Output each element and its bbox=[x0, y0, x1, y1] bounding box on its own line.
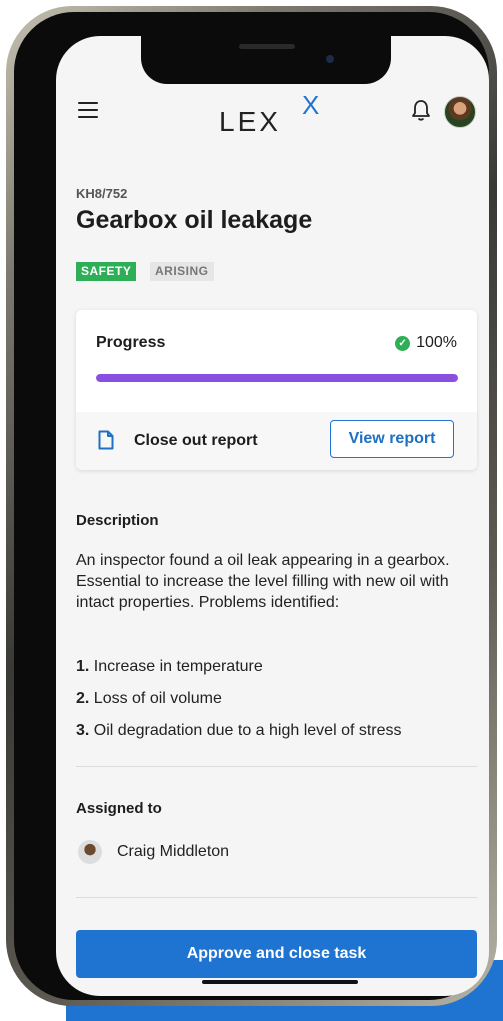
home-indicator bbox=[202, 980, 358, 984]
user-avatar[interactable] bbox=[444, 96, 476, 128]
assignee-avatar bbox=[78, 840, 102, 864]
phone-bezel: LEX X KH8/752 Gearbox oil leakage SAFETY… bbox=[14, 12, 489, 1000]
list-item-number: 1. bbox=[76, 658, 90, 675]
task-title: Gearbox oil leakage bbox=[76, 206, 313, 234]
report-label: Close out report bbox=[134, 432, 258, 449]
task-id: KH8/752 bbox=[76, 186, 128, 201]
phone-notch bbox=[141, 36, 391, 84]
progress-label: Progress bbox=[96, 334, 166, 351]
list-item-text: Increase in temperature bbox=[89, 658, 263, 675]
view-report-button[interactable]: View report bbox=[330, 420, 454, 458]
progress-percent: ✓ 100% bbox=[395, 334, 457, 352]
safety-badge: SAFETY bbox=[76, 262, 137, 281]
arising-badge: ARISING bbox=[150, 262, 214, 281]
progress-bar bbox=[96, 374, 458, 382]
problems-list: 1. Increase in temperature 2. Loss of oi… bbox=[76, 658, 402, 754]
menu-icon[interactable] bbox=[78, 102, 98, 118]
assigned-heading: Assigned to bbox=[76, 800, 162, 817]
phone-frame: LEX X KH8/752 Gearbox oil leakage SAFETY… bbox=[6, 6, 497, 1006]
list-item: 3. Oil degradation due to a high level o… bbox=[76, 722, 402, 754]
report-row: Close out report View report bbox=[76, 412, 477, 470]
section-divider bbox=[76, 897, 477, 898]
bell-icon[interactable] bbox=[410, 98, 432, 122]
list-item-number: 3. bbox=[76, 722, 90, 739]
list-item-text: Loss of oil volume bbox=[89, 690, 222, 707]
document-icon bbox=[98, 430, 114, 450]
app-header: LEX X bbox=[56, 82, 489, 140]
section-divider bbox=[76, 766, 477, 767]
list-item: 1. Increase in temperature bbox=[76, 658, 402, 690]
progress-bar-fill bbox=[96, 374, 458, 382]
description-text: An inspector found a oil leak appearing … bbox=[76, 552, 450, 611]
app-screen: LEX X KH8/752 Gearbox oil leakage SAFETY… bbox=[56, 36, 489, 996]
logo-text: LEX bbox=[219, 106, 281, 137]
list-item-text: Oil degradation due to a high level of s… bbox=[89, 722, 402, 739]
progress-card: Progress ✓ 100% Close out report View re… bbox=[76, 310, 477, 470]
description-heading: Description bbox=[76, 512, 159, 529]
logo-superscript: X bbox=[302, 90, 320, 120]
approve-close-task-button[interactable]: Approve and close task bbox=[76, 930, 477, 978]
front-camera bbox=[326, 55, 334, 63]
progress-percent-text: 100% bbox=[416, 334, 457, 351]
list-item-number: 2. bbox=[76, 690, 90, 707]
speaker-grille bbox=[239, 44, 295, 49]
assignee-name: Craig Middleton bbox=[117, 843, 230, 860]
list-item: 2. Loss of oil volume bbox=[76, 690, 402, 722]
check-circle-icon: ✓ bbox=[395, 335, 411, 351]
